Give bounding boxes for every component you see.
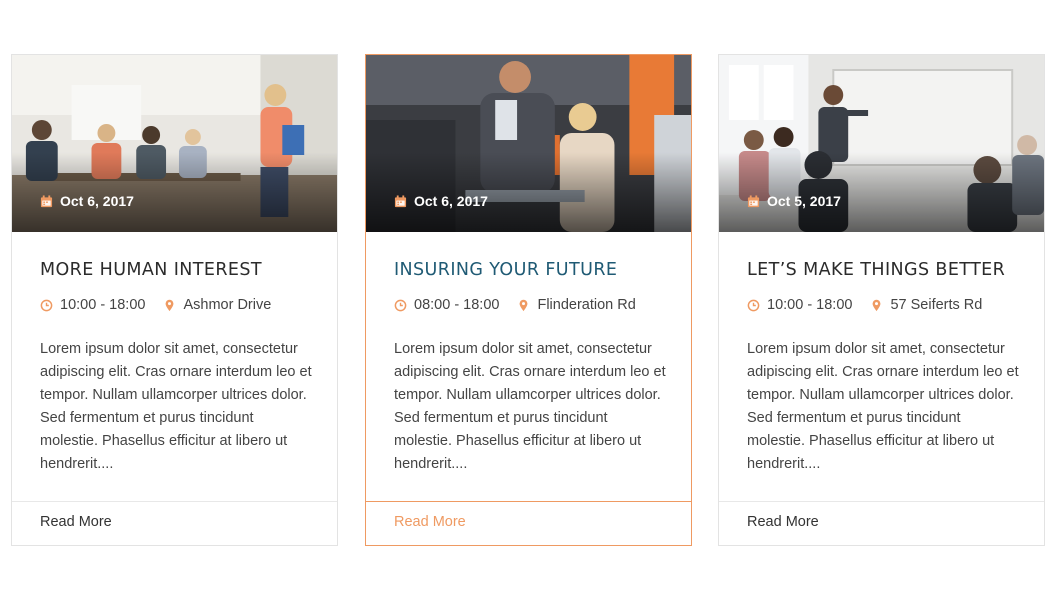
event-location-text: Flinderation Rd bbox=[537, 297, 636, 313]
map-pin-icon bbox=[520, 299, 528, 311]
event-card: Oct 6, 2017 INSURING YOUR FUTURE 08:00 -… bbox=[365, 54, 692, 546]
event-time: 08:00 - 18:00 bbox=[394, 297, 499, 313]
event-title[interactable]: MORE HUMAN INTEREST bbox=[40, 260, 262, 280]
map-pin-icon bbox=[873, 299, 881, 311]
read-more-link[interactable]: Read More bbox=[747, 514, 819, 530]
card-footer: Read More bbox=[12, 501, 337, 545]
event-meta: 08:00 - 18:00 Flinderation Rd bbox=[394, 297, 636, 313]
event-time-text: 10:00 - 18:00 bbox=[60, 297, 146, 313]
event-time-text: 10:00 - 18:00 bbox=[767, 297, 853, 313]
calendar-icon bbox=[40, 194, 53, 207]
map-pin-icon bbox=[166, 299, 174, 311]
event-time: 10:00 - 18:00 bbox=[747, 297, 852, 313]
event-date-text: Oct 5, 2017 bbox=[767, 193, 841, 209]
card-footer: Read More bbox=[366, 501, 691, 545]
card-footer: Read More bbox=[719, 501, 1044, 545]
event-time-text: 08:00 - 18:00 bbox=[414, 297, 500, 313]
clock-icon bbox=[40, 299, 53, 311]
event-meta: 10:00 - 18:00 Ashmor Drive bbox=[40, 297, 271, 313]
event-location: 57 Seiferts Rd bbox=[870, 297, 982, 313]
event-title[interactable]: LET’S MAKE THINGS BETTER bbox=[747, 260, 1005, 280]
event-date: Oct 5, 2017 bbox=[747, 193, 841, 209]
clock-icon bbox=[394, 299, 407, 311]
event-location-text: 57 Seiferts Rd bbox=[890, 297, 983, 313]
event-location-text: Ashmor Drive bbox=[183, 297, 272, 313]
event-location: Flinderation Rd bbox=[517, 297, 636, 313]
event-time: 10:00 - 18:00 bbox=[40, 297, 145, 313]
calendar-icon bbox=[394, 194, 407, 207]
event-description: Lorem ipsum dolor sit amet, consectetur … bbox=[747, 341, 1019, 472]
event-date-text: Oct 6, 2017 bbox=[60, 193, 134, 209]
event-meta: 10:00 - 18:00 57 Seiferts Rd bbox=[747, 297, 982, 313]
event-card: Oct 6, 2017 MORE HUMAN INTEREST 10:00 - … bbox=[11, 54, 338, 546]
read-more-link[interactable]: Read More bbox=[40, 514, 112, 530]
clock-icon bbox=[747, 299, 760, 311]
event-date: Oct 6, 2017 bbox=[394, 193, 488, 209]
event-description: Lorem ipsum dolor sit amet, consectetur … bbox=[394, 341, 666, 472]
event-location: Ashmor Drive bbox=[163, 297, 271, 313]
event-card: Oct 5, 2017 LET’S MAKE THINGS BETTER 10:… bbox=[718, 54, 1045, 546]
calendar-icon bbox=[747, 194, 760, 207]
event-date: Oct 6, 2017 bbox=[40, 193, 134, 209]
event-description: Lorem ipsum dolor sit amet, consectetur … bbox=[40, 341, 312, 472]
event-title[interactable]: INSURING YOUR FUTURE bbox=[394, 260, 617, 280]
event-date-text: Oct 6, 2017 bbox=[414, 193, 488, 209]
read-more-link[interactable]: Read More bbox=[394, 514, 466, 530]
